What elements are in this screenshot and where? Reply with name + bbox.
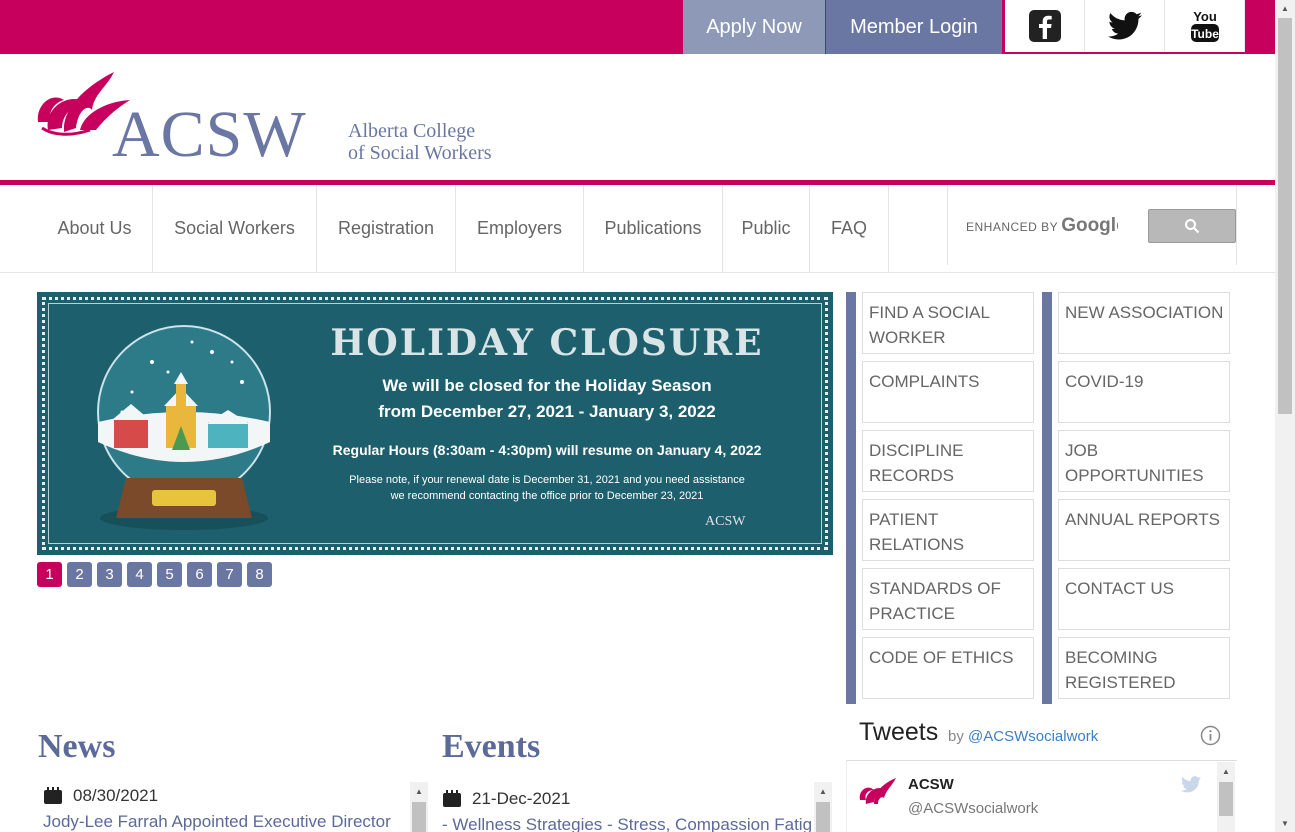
pager-button-6[interactable]: 6 [187, 562, 212, 587]
quick-link-new-association[interactable]: NEW ASSOCIATION [1058, 292, 1230, 354]
site-search: ENHANCED BYGoogle [947, 185, 1237, 265]
quick-links-left-accent [846, 292, 856, 704]
quick-link-becoming-registered[interactable]: BECOMING REGISTERED [1058, 637, 1230, 699]
search-icon [1185, 219, 1200, 234]
tweets-handle-link[interactable]: @ACSWsocialwork [968, 728, 1098, 745]
svg-text:Tube: Tube [1191, 27, 1219, 41]
info-icon[interactable] [1200, 725, 1221, 751]
nav-public[interactable]: Public [723, 185, 810, 272]
scroll-up-arrow-icon[interactable]: ▲ [814, 782, 832, 800]
calendar-icon [44, 787, 62, 804]
quick-link-standards-of-practice[interactable]: STANDARDS OF PRACTICE [862, 568, 1034, 630]
pager-button-5[interactable]: 5 [157, 562, 182, 587]
tweet-card[interactable] [846, 760, 1237, 832]
quick-link-job-opportunities[interactable]: JOB OPPORTUNITIES [1058, 430, 1230, 492]
logo-acsw-text[interactable]: ACSW [112, 102, 307, 168]
nav-faq[interactable]: FAQ [810, 185, 889, 272]
tweets-by-label: by [948, 728, 964, 745]
events-heading: Events [442, 728, 541, 765]
nav-publications[interactable]: Publications [584, 185, 723, 272]
search-button[interactable] [1148, 209, 1236, 243]
pager-button-3[interactable]: 3 [97, 562, 122, 587]
pager-button-8[interactable]: 8 [247, 562, 272, 587]
search-input[interactable]: ENHANCED BYGoogle [966, 215, 1118, 237]
banner-title: HOLIDAY CLOSURE [330, 322, 764, 364]
news-heading: News [38, 728, 116, 765]
calendar-icon [443, 790, 461, 807]
nav-registration[interactable]: Registration [317, 185, 456, 272]
event-item-link[interactable]: - Wellness Strategies - Stress, Compassi… [442, 815, 812, 832]
pager-button-7[interactable]: 7 [217, 562, 242, 587]
nav-social-workers[interactable]: Social Workers [153, 185, 317, 272]
youtube-link[interactable]: You Tube [1165, 0, 1245, 52]
scroll-up-arrow-icon[interactable]: ▲ [1275, 0, 1295, 17]
banner-line-2: from December 27, 2021 - January 3, 2022 [378, 402, 716, 421]
event-date: 21-Dec-2021 [442, 789, 570, 809]
quick-link-contact-us[interactable]: CONTACT US [1058, 568, 1230, 630]
scroll-thumb[interactable] [816, 802, 830, 832]
snow-globe-illustration [92, 322, 282, 537]
twitter-bird-icon [1181, 776, 1201, 798]
tweet-avatar[interactable] [858, 776, 898, 815]
enhanced-by-label: ENHANCED BY [966, 220, 1059, 234]
quick-link-patient-relations[interactable]: PATIENT RELATIONS [862, 499, 1034, 561]
member-login-button[interactable]: Member Login [826, 0, 1002, 54]
quick-link-annual-reports[interactable]: ANNUAL REPORTS [1058, 499, 1230, 561]
banner-line-4: Please note, if your renewal date is Dec… [349, 474, 745, 486]
svg-text:You: You [1193, 9, 1217, 24]
site-header: ACSW Alberta College of Social Workers [0, 54, 1275, 180]
quick-link-complaints[interactable]: COMPLAINTS [862, 361, 1034, 423]
quick-link-discipline-records[interactable]: DISCIPLINE RECORDS [862, 430, 1034, 492]
facebook-link[interactable] [1005, 0, 1085, 52]
page-scrollbar[interactable]: ▲ ▼ [1275, 0, 1295, 832]
tweets-scrollbar[interactable]: ▲ [1217, 762, 1235, 832]
scroll-thumb[interactable] [412, 802, 426, 832]
top-bar: Apply Now Member Login You Tube [0, 0, 1275, 54]
scroll-up-arrow-icon[interactable]: ▲ [410, 782, 428, 800]
news-item-link[interactable]: Jody-Lee Farrah Appointed Executive Dire… [43, 812, 391, 832]
apply-now-button[interactable]: Apply Now [683, 0, 825, 54]
main-nav: About Us Social Workers Registration Emp… [0, 185, 1275, 273]
tweets-heading: Tweets [859, 718, 939, 746]
youtube-icon: You Tube [1190, 9, 1219, 42]
events-scrollbar[interactable]: ▲ [814, 782, 832, 832]
holiday-closure-banner[interactable]: HOLIDAY CLOSURE We will be closed for th… [37, 292, 833, 555]
twitter-icon [1107, 11, 1142, 40]
nav-about-us[interactable]: About Us [37, 185, 153, 272]
event-date-text: 21-Dec-2021 [472, 789, 571, 808]
banner-line-1: We will be closed for the Holiday Season [382, 376, 712, 395]
twitter-link[interactable] [1085, 0, 1165, 52]
news-scrollbar[interactable]: ▲ [410, 782, 428, 832]
scroll-up-arrow-icon[interactable]: ▲ [1217, 762, 1235, 780]
events-list: 21-Dec-2021 - Wellness Strategies - Stre… [442, 785, 812, 832]
nav-employers[interactable]: Employers [456, 185, 584, 272]
tweet-account-handle[interactable]: @ACSWsocialwork [908, 800, 1038, 817]
google-brand: Google [1061, 215, 1118, 236]
scroll-down-arrow-icon[interactable]: ▼ [1275, 815, 1295, 832]
quick-links-right-accent [1042, 292, 1052, 704]
logo-line-2: of Social Workers [348, 142, 492, 164]
news-list: 08/30/2021 Jody-Lee Farrah Appointed Exe… [43, 782, 405, 832]
banner-line-3: Regular Hours (8:30am - 4:30pm) will res… [332, 442, 762, 458]
page-scroll-thumb[interactable] [1278, 18, 1292, 414]
banner-line-5: we recommend contacting the office prior… [390, 490, 704, 502]
news-date: 08/30/2021 [43, 786, 158, 806]
news-date-text: 08/30/2021 [73, 786, 159, 805]
tweet-account-name[interactable]: ACSW [908, 776, 954, 793]
pager-button-2[interactable]: 2 [67, 562, 92, 587]
scroll-thumb[interactable] [1219, 782, 1233, 816]
pager-button-4[interactable]: 4 [127, 562, 152, 587]
banner-pager: 1 2 3 4 5 6 7 8 [37, 562, 272, 587]
quick-link-find-social-worker[interactable]: FIND A SOCIAL WORKER [862, 292, 1034, 354]
logo-subtitle: Alberta College of Social Workers [348, 120, 492, 164]
pager-button-1[interactable]: 1 [37, 562, 62, 587]
logo-line-1: Alberta College [348, 120, 476, 142]
tweets-by-line: by @ACSWsocialwork [948, 728, 1098, 745]
quick-link-covid-19[interactable]: COVID-19 [1058, 361, 1230, 423]
banner-acsw-logo: ACSW [705, 514, 746, 529]
facebook-icon [1028, 10, 1061, 42]
quick-link-code-of-ethics[interactable]: CODE OF ETHICS [862, 637, 1034, 699]
social-links: You Tube [1005, 0, 1245, 52]
